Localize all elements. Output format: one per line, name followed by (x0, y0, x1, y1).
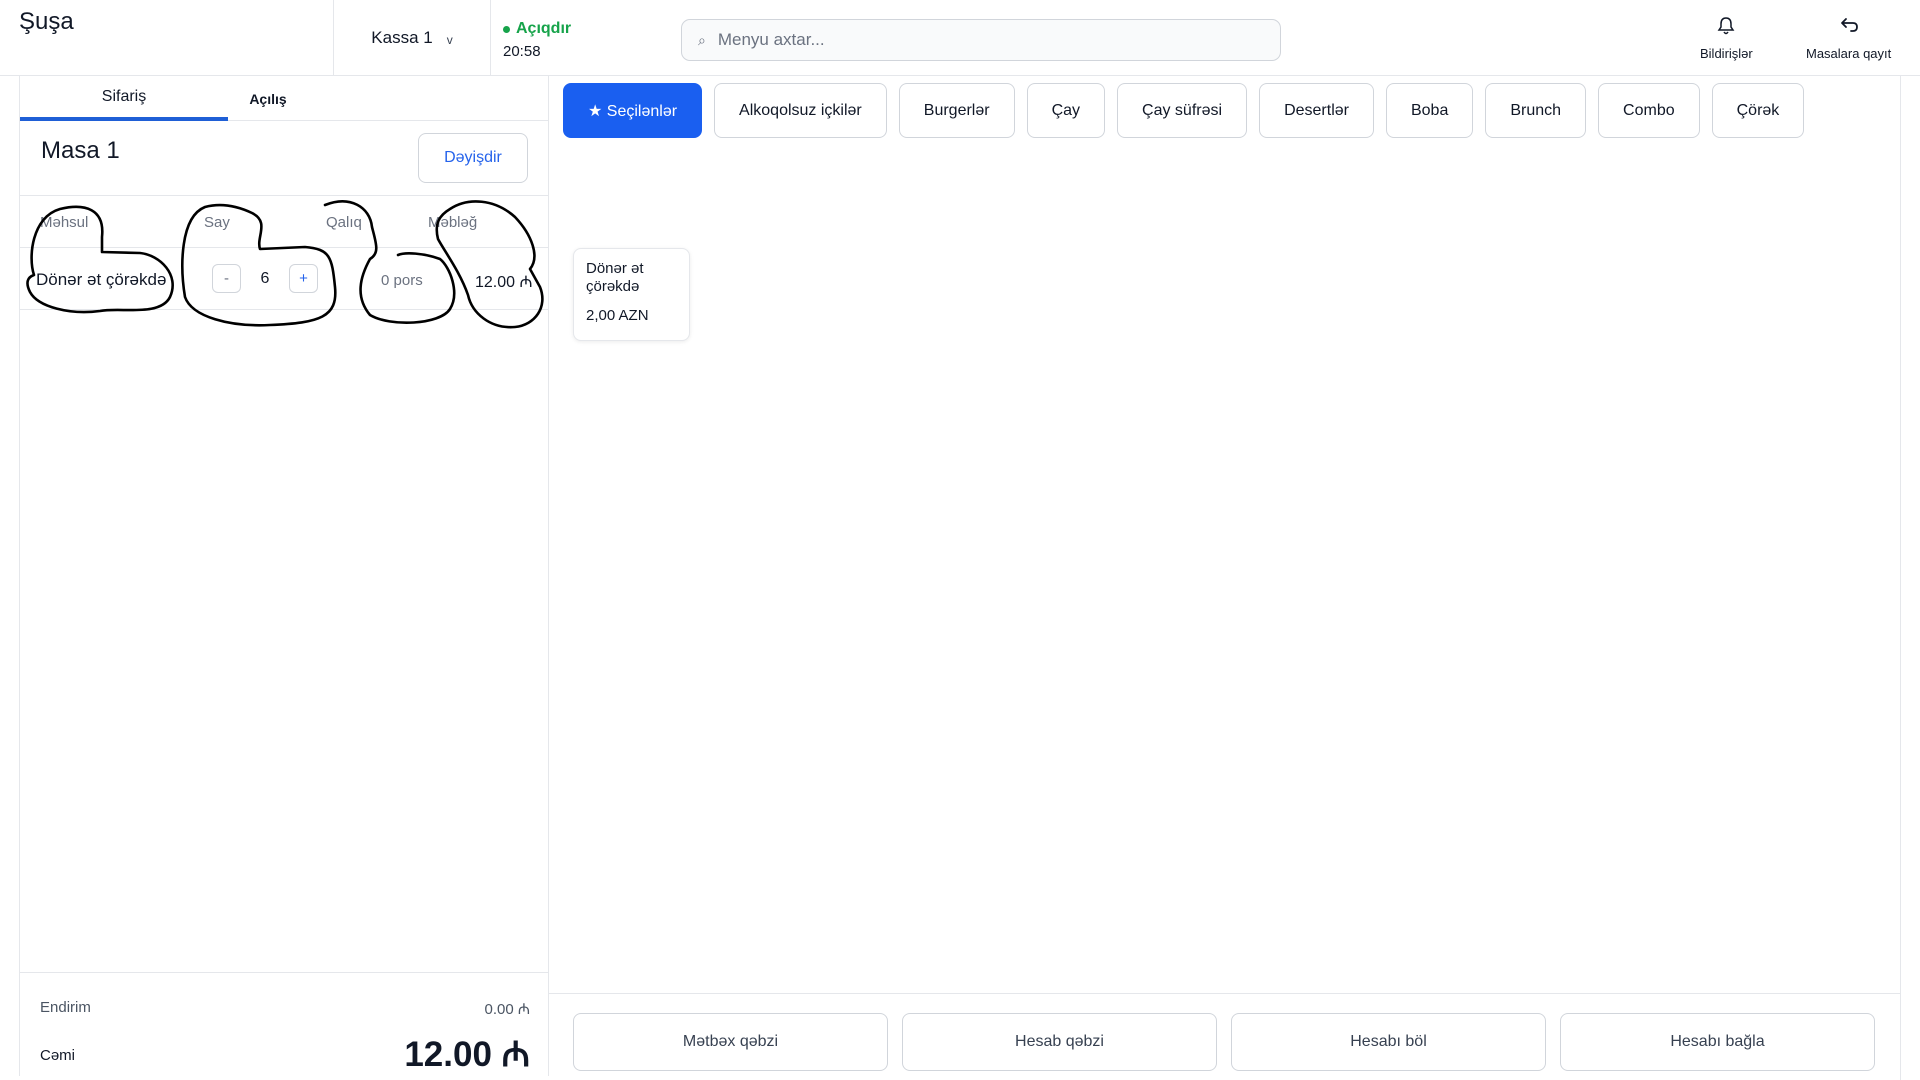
split-bill-button[interactable]: Hesabı böl (1231, 1013, 1546, 1071)
item-amount: 12.00 ₼ (475, 274, 533, 291)
column-product: Məhsul (40, 214, 89, 231)
product-price: 2,00 AZN (586, 307, 649, 324)
category-favorites[interactable]: ★ Seçilənlər (563, 83, 703, 138)
category-bar: ★ Seçilənlər Alkoqolsuz içkilər Burgerlə… (563, 83, 1805, 138)
discount-label: Endirim (40, 999, 91, 1016)
table-row: Dönər ət çörəkdə - 6 + 0 pors 12.00 ₼ (20, 248, 548, 310)
status-badge: Açıqdır (503, 20, 571, 38)
search-icon: ⌕ (698, 31, 706, 48)
kassa-label: Kassa 1 (371, 28, 433, 47)
category-bread[interactable]: Çörək (1711, 83, 1805, 138)
order-tabs: Sifariş Açılış (20, 76, 548, 121)
tab-opening[interactable]: Açılış (228, 76, 308, 121)
column-quantity: Say (204, 214, 230, 231)
notifications-label: Bildirişlər (1700, 46, 1753, 61)
quantity-stepper: - 6 + (212, 264, 318, 293)
search-input[interactable] (717, 30, 1238, 50)
category-burgers[interactable]: Burgerlər (898, 83, 1015, 138)
status-text: Açıqdır (516, 20, 572, 37)
current-time: 20:58 (503, 43, 541, 60)
notifications-button[interactable]: Bildirişlər (1700, 16, 1753, 61)
category-combo[interactable]: Combo (1598, 83, 1700, 138)
category-soft-drinks[interactable]: Alkoqolsuz içkilər (714, 83, 887, 138)
category-desserts[interactable]: Desertlər (1259, 83, 1374, 138)
restaurant-name: Şuşa (19, 8, 74, 35)
total-value: 12.00 ₼ (404, 1035, 530, 1074)
back-to-tables-button[interactable]: Masalara qayıt (1806, 16, 1891, 61)
order-table-header: Məhsul Say Qalıq Məbləğ (20, 196, 548, 248)
tab-order[interactable]: Sifariş (20, 76, 228, 121)
table-name: Masa 1 (41, 137, 120, 164)
change-table-button[interactable]: Dəyişdir (418, 133, 528, 183)
close-bill-button[interactable]: Hesabı bağla (1560, 1013, 1875, 1071)
order-panel: Sifariş Açılış Masa 1 Dəyişdir Məhsul Sa… (19, 76, 549, 1076)
panel-divider (1900, 76, 1901, 1080)
back-to-tables-label: Masalara qayıt (1806, 46, 1892, 61)
bell-icon (1717, 16, 1735, 40)
item-name: Dönər ət çörəkdə (36, 270, 167, 289)
increase-button[interactable]: + (289, 264, 318, 293)
category-boba[interactable]: Boba (1385, 83, 1474, 138)
category-tea[interactable]: Çay (1026, 83, 1106, 138)
product-name: Dönər ət çörəkdə (586, 260, 644, 295)
order-totals: Endirim 0.00 ₼ Cəmi 12.00 ₼ (20, 972, 548, 1076)
table-header: Masa 1 Dəyişdir (20, 121, 548, 196)
top-header: Şuşa Kassa 1 v Açıqdır 20:58 ⌕ Bildirişl… (0, 0, 1920, 76)
column-remaining: Qalıq (326, 214, 362, 231)
discount-value: 0.00 ₼ (484, 1001, 530, 1018)
product-card[interactable]: Dönər ət çörəkdə 2,00 AZN (573, 248, 690, 341)
category-brunch[interactable]: Brunch (1485, 83, 1587, 138)
return-arrow-icon (1839, 16, 1859, 40)
chevron-down-icon: v (446, 33, 453, 47)
category-tea-table[interactable]: Çay süfrəsi (1117, 83, 1248, 138)
action-bar: Mətbəx qəbzi Hesab qəbzi Hesabı böl Hesa… (549, 993, 1901, 1080)
menu-search[interactable]: ⌕ (681, 19, 1281, 61)
status-dot-icon (503, 25, 510, 33)
item-quantity: 6 (260, 269, 270, 287)
decrease-button[interactable]: - (212, 264, 241, 293)
total-label: Cəmi (40, 1047, 76, 1064)
kitchen-receipt-button[interactable]: Mətbəx qəbzi (573, 1013, 888, 1071)
bill-receipt-button[interactable]: Hesab qəbzi (902, 1013, 1217, 1071)
item-remaining: 0 pors (381, 272, 423, 289)
column-amount: Məbləğ (428, 214, 478, 231)
shift-status: Açıqdır 20:58 (503, 20, 571, 60)
kassa-selector[interactable]: Kassa 1 v (333, 0, 491, 76)
